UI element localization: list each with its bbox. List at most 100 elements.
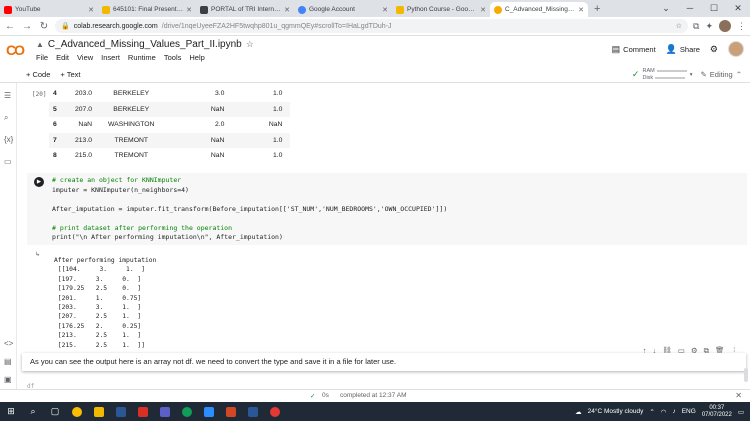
zoom-icon[interactable]	[198, 402, 220, 421]
cell-street: WASHINGTON	[108, 121, 155, 129]
close-icon[interactable]: ✕	[382, 6, 388, 14]
text-cell[interactable]: As you can see the output here is an arr…	[22, 353, 746, 371]
search-icon[interactable]: ⌕	[4, 113, 8, 123]
cell-street: BERKELEY	[100, 101, 163, 117]
tab-label: PORTAL of TRI Internal V	[211, 6, 282, 13]
browser-tab-youtube[interactable]: YouTube ✕	[0, 2, 98, 17]
share-button[interactable]: 👤 Share	[666, 44, 700, 55]
close-icon[interactable]: ✕	[88, 6, 94, 14]
code-snippets-icon[interactable]: <>	[4, 339, 13, 348]
star-icon[interactable]: ☆	[246, 39, 254, 50]
avatar[interactable]	[728, 41, 744, 57]
files-icon[interactable]: ▭	[4, 157, 12, 166]
maximize-icon[interactable]: ☐	[702, 0, 726, 17]
tab-label: C_Advanced_Missing_Value	[505, 6, 576, 13]
search-icon[interactable]: ⌕	[22, 402, 44, 421]
code-line: After_imputation = imputer.fit_transform…	[52, 204, 448, 213]
menu-runtime[interactable]: Runtime	[128, 53, 156, 62]
chrome-icon[interactable]	[66, 402, 88, 421]
browser-tab-colab[interactable]: C_Advanced_Missing_Value ✕	[490, 2, 588, 17]
disk-bar	[655, 76, 686, 79]
recorder-icon[interactable]	[264, 402, 286, 421]
code-cell[interactable]: ▶ # create an object for KNNImputer impu…	[27, 173, 747, 245]
code-line: imputer = KNNImputer(n_neighbors=4)	[52, 185, 189, 194]
menu-tools[interactable]: Tools	[164, 53, 182, 62]
chevron-up-icon[interactable]: ⌃	[736, 70, 742, 79]
teams-icon[interactable]	[154, 402, 176, 421]
menu-help[interactable]: Help	[189, 53, 204, 62]
word-icon[interactable]	[242, 402, 264, 421]
weather-text[interactable]: 24°C Mostly cloudy	[588, 408, 644, 415]
chevron-down-icon[interactable]: ⌄	[654, 0, 678, 17]
extensions-icon[interactable]: ⧉	[693, 21, 699, 32]
powerpoint-icon[interactable]	[220, 402, 242, 421]
add-code-button[interactable]: + Code	[26, 70, 50, 79]
command-palette-icon[interactable]: ▤	[4, 357, 12, 366]
back-icon[interactable]: ←	[4, 21, 16, 32]
windows-start-icon[interactable]: ⊞	[0, 402, 22, 421]
close-icon[interactable]: ✕	[284, 6, 290, 14]
language-indicator[interactable]: ENG	[682, 408, 696, 415]
url-input[interactable]: 🔒 colab.research.google.com/drive/1nqeUy…	[55, 19, 689, 33]
star-icon[interactable]: ☆	[676, 22, 682, 30]
reload-icon[interactable]: ↻	[38, 21, 50, 32]
terminal-icon[interactable]: ▣	[4, 375, 12, 384]
table-row: 7 213.0 TREMONT NaN 1.0	[49, 132, 291, 148]
cell-st-num: 203.0	[75, 90, 93, 98]
tab-label: Python Course - Google Dr	[407, 6, 477, 13]
profile-avatar[interactable]	[719, 20, 731, 32]
cell-bedrooms: NaN	[162, 132, 233, 148]
gear-icon[interactable]: ⚙	[710, 44, 718, 55]
toolbar-right: ✓ RAM Disk ▾ ✎ Editing ⌃	[632, 68, 750, 81]
browser-tab-presentation[interactable]: 645101: Final Presentation ✕	[98, 2, 196, 17]
app-icon[interactable]	[110, 402, 132, 421]
menu-edit[interactable]: Edit	[56, 53, 69, 62]
chevron-down-icon[interactable]: ▾	[690, 72, 693, 78]
acrobat-icon[interactable]	[132, 402, 154, 421]
add-text-button[interactable]: + Text	[60, 70, 80, 79]
volume-icon[interactable]: ♪	[672, 408, 675, 415]
cell-owner: 1.0	[232, 132, 291, 148]
edge-icon[interactable]	[176, 402, 198, 421]
youtube-icon	[4, 5, 12, 14]
close-icon[interactable]: ✕	[186, 6, 192, 14]
tab-label: 645101: Final Presentation	[113, 6, 184, 13]
clock[interactable]: 00:37 07/07/2022	[702, 405, 732, 419]
menu-view[interactable]: View	[77, 53, 93, 62]
forward-icon[interactable]: →	[21, 21, 33, 32]
menu-icon[interactable]: ⋮	[737, 21, 746, 32]
colab-logo[interactable]: CO	[6, 42, 25, 58]
completed-status[interactable]: completed at 12:37 AM	[340, 392, 407, 399]
cell-bedrooms: NaN	[162, 101, 233, 117]
table-row: 6 NaN WASHINGTON 2.0 NaN	[49, 117, 290, 133]
browser-tab-python-course[interactable]: Python Course - Google Dr ✕	[392, 2, 490, 17]
file-explorer-icon[interactable]	[88, 402, 110, 421]
cell-owner: 1.0	[232, 101, 291, 117]
close-window-icon[interactable]: ✕	[726, 0, 750, 17]
code-editor[interactable]: # create an object for KNNImputer impute…	[52, 176, 447, 243]
browser-tab-google-account[interactable]: Google Account ✕	[294, 2, 392, 17]
minimize-icon[interactable]: ─	[678, 0, 702, 17]
chevron-up-icon[interactable]: ⌃	[649, 408, 654, 416]
wifi-icon[interactable]: ◠	[661, 408, 667, 416]
ram-disk-indicator[interactable]: ✓ RAM Disk ▾	[632, 68, 693, 81]
notifications-icon[interactable]: ▭	[738, 408, 744, 416]
cell-street: TREMONT	[100, 132, 163, 148]
menu-insert[interactable]: Insert	[101, 53, 120, 62]
run-cell-button[interactable]: ▶	[34, 177, 44, 187]
editing-mode[interactable]: ✎ Editing ⌃	[700, 70, 742, 79]
menu-file[interactable]: File	[36, 53, 48, 62]
variables-icon[interactable]: {x}	[4, 135, 13, 144]
comment-button[interactable]: ▤ Comment	[612, 44, 656, 55]
toc-icon[interactable]: ☰	[4, 91, 11, 100]
scrollbar[interactable]	[744, 368, 748, 382]
task-view-icon[interactable]: ▢	[44, 402, 66, 421]
close-icon[interactable]: ✕	[578, 6, 584, 14]
browser-tab-portal[interactable]: PORTAL of TRI Internal V ✕	[196, 2, 294, 17]
output-menu-icon[interactable]: ↳	[35, 251, 40, 258]
puzzle-icon[interactable]: ✦	[705, 21, 713, 32]
close-icon[interactable]: ✕	[480, 6, 486, 14]
notebook-title[interactable]: C_Advanced_Missing_Values_Part_II.ipynb	[48, 39, 242, 50]
new-tab-button[interactable]: +	[588, 2, 606, 17]
close-icon[interactable]: ✕	[735, 391, 742, 400]
